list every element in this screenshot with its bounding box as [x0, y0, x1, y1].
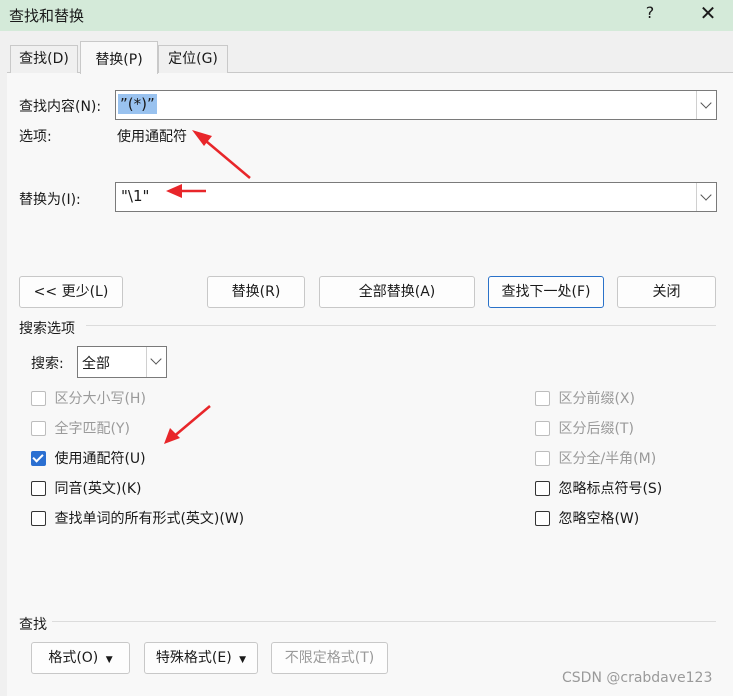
checkbox-box[interactable] [535, 420, 550, 436]
checkbox-box[interactable] [535, 390, 550, 406]
title-bar [0, 0, 733, 31]
replace-label: 替换为(I): [19, 192, 81, 208]
close-button[interactable]: 关闭 [617, 276, 716, 308]
checkbox-box-checked[interactable] [31, 450, 46, 466]
no-format-button[interactable]: 不限定格式(T) [271, 642, 388, 674]
checkbox-label: 查找单词的所有形式(英文)(W) [54, 511, 245, 527]
checkbox-box[interactable] [31, 510, 46, 526]
checkbox-box[interactable] [535, 450, 550, 466]
chevron-down-icon [700, 97, 712, 109]
checkbox-box[interactable] [535, 510, 550, 526]
checkbox-box[interactable] [535, 480, 550, 496]
search-options-divider [86, 325, 716, 326]
checkbox-label: 全字匹配(Y) [54, 421, 130, 437]
checkbox-box[interactable] [31, 420, 46, 436]
find-section-heading: 查找 [19, 617, 47, 633]
arrow-line-3 [171, 405, 211, 439]
tab-goto[interactable]: 定位(G) [158, 45, 228, 73]
search-options-heading: 搜索选项 [19, 321, 75, 337]
checkbox-label: 区分大小写(H) [54, 391, 146, 407]
arrow-head-3 [164, 428, 180, 444]
special-format-label: 特殊格式(E) [155, 650, 232, 666]
watermark: CSDN @crabdave123 [562, 670, 713, 686]
checkbox-all-word-forms[interactable]: 查找单词的所有形式(英文)(W) [31, 508, 244, 528]
find-input[interactable]: ”(*)” [115, 90, 717, 120]
checkbox-box[interactable] [31, 390, 46, 406]
format-button[interactable]: 格式(O) ▼ [31, 642, 130, 674]
checkbox-label: 同音(英文)(K) [54, 481, 142, 497]
checkbox-ignore-punctuation[interactable]: 忽略标点符号(S) [535, 478, 662, 498]
checkbox-match-case[interactable]: 区分大小写(H) [31, 388, 146, 408]
checkbox-label: 区分全/半角(M) [558, 451, 657, 467]
annotation-arrow-wildcard [164, 405, 211, 444]
find-section-divider [52, 621, 716, 622]
close-window-button[interactable]: ✕ [694, 1, 722, 25]
dropdown-arrow-icon: ▼ [105, 655, 113, 665]
replace-button[interactable]: 替换(R) [207, 276, 305, 308]
chevron-down-icon [150, 353, 162, 365]
replace-all-button[interactable]: 全部替换(A) [319, 276, 475, 308]
search-scope-value: 全部 [82, 356, 110, 372]
dropdown-arrow-icon: ▼ [239, 655, 247, 665]
checkbox-match-prefix[interactable]: 区分前缀(X) [535, 388, 635, 408]
search-scope-dropdown[interactable] [146, 347, 166, 377]
special-format-button[interactable]: 特殊格式(E) ▼ [144, 642, 258, 674]
arrow-head-2 [166, 184, 182, 198]
checkbox-label: 忽略空格(W) [558, 511, 640, 527]
search-scope-label: 搜索: [31, 356, 64, 372]
tab-find[interactable]: 查找(D) [10, 45, 78, 73]
checkbox-sounds-like[interactable]: 同音(英文)(K) [31, 478, 141, 498]
arrow-line-1 [199, 135, 251, 179]
checkbox-match-width[interactable]: 区分全/半角(M) [535, 448, 656, 468]
checkbox-whole-word[interactable]: 全字匹配(Y) [31, 418, 130, 438]
checkbox-box[interactable] [31, 480, 46, 496]
find-next-button[interactable]: 查找下一处(F) [488, 276, 604, 308]
help-button[interactable]: ? [640, 3, 660, 22]
window-title: 查找和替换 [9, 7, 85, 25]
find-input-value: ”(*)” [118, 94, 157, 114]
format-label: 格式(O) [48, 650, 99, 666]
find-dropdown-button[interactable] [696, 91, 716, 119]
find-label: 查找内容(N): [19, 99, 102, 115]
annotation-arrows [166, 130, 251, 198]
options-label: 选项: [19, 129, 52, 145]
checkbox-use-wildcards[interactable]: 使用通配符(U) [31, 448, 146, 468]
chevron-down-icon [700, 189, 712, 201]
replace-panel [7, 72, 733, 696]
checkbox-label: 忽略标点符号(S) [558, 481, 663, 497]
checkbox-match-suffix[interactable]: 区分后缀(T) [535, 418, 634, 438]
search-scope-select[interactable]: 全部 [77, 346, 167, 378]
checkbox-ignore-whitespace[interactable]: 忽略空格(W) [535, 508, 639, 528]
checkbox-label: 区分前缀(X) [558, 391, 635, 407]
replace-dropdown-button[interactable] [696, 183, 716, 211]
tab-replace[interactable]: 替换(P) [80, 41, 158, 74]
less-button[interactable]: << 更少(L) [19, 276, 123, 308]
checkbox-label: 区分后缀(T) [558, 421, 634, 437]
checkbox-label: 使用通配符(U) [54, 451, 146, 467]
replace-input-value: "\1" [121, 187, 150, 205]
